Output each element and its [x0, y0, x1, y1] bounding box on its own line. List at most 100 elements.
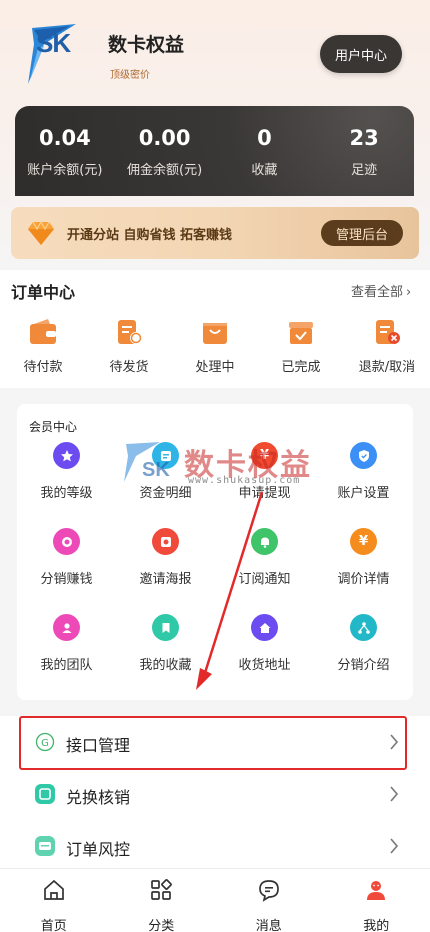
order-label: 待付款 [23, 360, 63, 375]
shield-icon [350, 442, 377, 469]
nav-label: 消息 [255, 919, 282, 932]
member-item-label: 收货地址 [238, 658, 291, 673]
chevron-right-icon: › [406, 285, 412, 300]
stat-value: 0 [257, 126, 272, 150]
risk-control-icon [35, 836, 55, 856]
pending-shipment-icon [118, 320, 142, 344]
member-item-label: 我的等级 [40, 486, 93, 501]
member-item-shipping-address[interactable]: 收货地址 [215, 614, 314, 700]
nav-home[interactable]: 首页 [0, 869, 108, 932]
order-label: 退款/取消 [358, 360, 416, 375]
list-item-label: 接口管理 [66, 736, 131, 755]
brand-subtitle: 顶级密价 [110, 70, 150, 81]
bell-icon [251, 528, 278, 555]
member-item-distribution-earn[interactable]: 分销赚钱 [17, 528, 116, 614]
nav-messages[interactable]: 消息 [215, 869, 323, 932]
poster-icon [152, 528, 179, 555]
order-processing[interactable]: 处理中 [172, 318, 258, 375]
user-center-button[interactable]: 用户中心 [320, 35, 402, 73]
member-center: 会员中心 我的等级 资金明细 ¥ 申请提现 账户设置 分销赚钱 邀请海报 订阅通… [17, 404, 413, 700]
member-item-label: 账户设置 [337, 486, 390, 501]
nav-label: 首页 [40, 919, 67, 932]
stat-label: 佣金余额(元) [127, 163, 203, 178]
list-item-risk-control[interactable]: 订单风控 [0, 820, 430, 872]
home-nav-icon [43, 879, 64, 900]
stat-value: 0.04 [38, 126, 91, 150]
stat-footprints[interactable]: 23 足迹 [314, 106, 414, 196]
message-icon [258, 880, 279, 902]
member-item-label: 调价详情 [337, 572, 390, 587]
member-item-label: 订阅通知 [238, 572, 291, 587]
order-label: 处理中 [195, 360, 235, 375]
member-item-label: 我的收藏 [139, 658, 192, 673]
member-item-invite-poster[interactable]: 邀请海报 [116, 528, 215, 614]
member-item-distribution-intro[interactable]: 分销介绍 [314, 614, 413, 700]
stat-account-balance[interactable]: 0.04 账户余额(元) [15, 106, 115, 196]
member-item-label: 分销赚钱 [40, 572, 93, 587]
stat-label: 账户余额(元) [27, 163, 103, 178]
promo-banner[interactable]: 开通分站 自购省钱 拓客赚钱 管理后台 [11, 207, 419, 259]
profile-icon [367, 881, 386, 900]
member-item-label: 我的团队 [40, 658, 93, 673]
shopping-bag-icon [203, 323, 227, 344]
order-refund-cancel[interactable]: 退款/取消 [344, 318, 430, 375]
wallet-icon [30, 319, 56, 344]
team-icon [53, 614, 80, 641]
bookmark-icon [152, 614, 179, 641]
member-item-subscribe-notify[interactable]: 订阅通知 [215, 528, 314, 614]
member-item-funds[interactable]: 资金明细 [116, 442, 215, 528]
stat-label: 收藏 [251, 163, 278, 178]
funds-icon [152, 442, 179, 469]
view-all-orders-link[interactable]: 查看全部 › [348, 281, 411, 300]
order-center: 订单中心 查看全部 › 待付款 待发货 处理中 已完成 退款/取消 [0, 270, 430, 388]
admin-backend-button[interactable]: 管理后台 [321, 220, 403, 246]
member-item-label: 邀请海报 [139, 572, 192, 587]
order-pending-shipment[interactable]: 待发货 [86, 318, 172, 375]
order-label: 待发货 [109, 360, 149, 375]
order-label: 已完成 [281, 360, 321, 375]
api-g-icon: G [35, 732, 55, 752]
member-item-level[interactable]: 我的等级 [17, 442, 116, 528]
nav-category[interactable]: 分类 [108, 869, 216, 932]
member-grid: 我的等级 资金明细 ¥ 申请提现 账户设置 分销赚钱 邀请海报 订阅通知 ¥ 调… [17, 442, 413, 700]
stat-label: 足迹 [351, 163, 378, 178]
diamond-icon [28, 220, 54, 245]
nav-profile[interactable]: 我的 [323, 869, 430, 932]
coins-icon [53, 528, 80, 555]
redeem-icon [35, 784, 55, 804]
stat-value: 0.00 [138, 126, 191, 150]
list-item-redeem[interactable]: 兑换核销 [0, 768, 430, 820]
bottom-nav: 首页 分类 消息 我的 [0, 868, 430, 932]
list-item-label: 订单风控 [66, 840, 131, 859]
stats-card: 0.04 账户余额(元) 0.00 佣金余额(元) 0 收藏 23 足迹 [15, 106, 414, 196]
brand-title: 数卡权益 [108, 34, 185, 56]
svg-text:G: G [41, 738, 49, 749]
member-item-my-favorites[interactable]: 我的收藏 [116, 614, 215, 700]
promo-text: 开通分站 自购省钱 拓客赚钱 [67, 228, 233, 243]
yen-price-icon: ¥ [350, 528, 377, 555]
member-item-price-details[interactable]: ¥ 调价详情 [314, 528, 413, 614]
logo-text: SK [36, 28, 71, 58]
member-item-withdraw[interactable]: ¥ 申请提现 [215, 442, 314, 528]
refund-icon [376, 320, 400, 344]
stat-value: 23 [349, 126, 379, 150]
chevron-right-icon [390, 838, 399, 854]
member-item-label: 申请提现 [238, 486, 291, 501]
chevron-right-icon [390, 786, 399, 802]
member-item-label: 分销介绍 [337, 658, 390, 673]
stat-commission-balance[interactable]: 0.00 佣金余额(元) [115, 106, 215, 196]
list-item-api-management[interactable]: G 接口管理 [0, 716, 430, 768]
list-item-label: 兑换核销 [66, 788, 131, 807]
nav-label: 分类 [148, 919, 175, 932]
chevron-right-icon [390, 734, 399, 750]
member-item-account-settings[interactable]: 账户设置 [314, 442, 413, 528]
order-completed[interactable]: 已完成 [258, 318, 344, 375]
member-item-my-team[interactable]: 我的团队 [17, 614, 116, 700]
order-center-title: 订单中心 [11, 283, 76, 302]
member-center-title: 会员中心 [29, 420, 78, 434]
stat-favorites[interactable]: 0 收藏 [215, 106, 315, 196]
star-icon [53, 442, 80, 469]
function-list: G 接口管理 兑换核销 订单风控 [0, 716, 430, 872]
category-icon [151, 879, 173, 900]
order-pending-payment[interactable]: 待付款 [0, 318, 86, 375]
